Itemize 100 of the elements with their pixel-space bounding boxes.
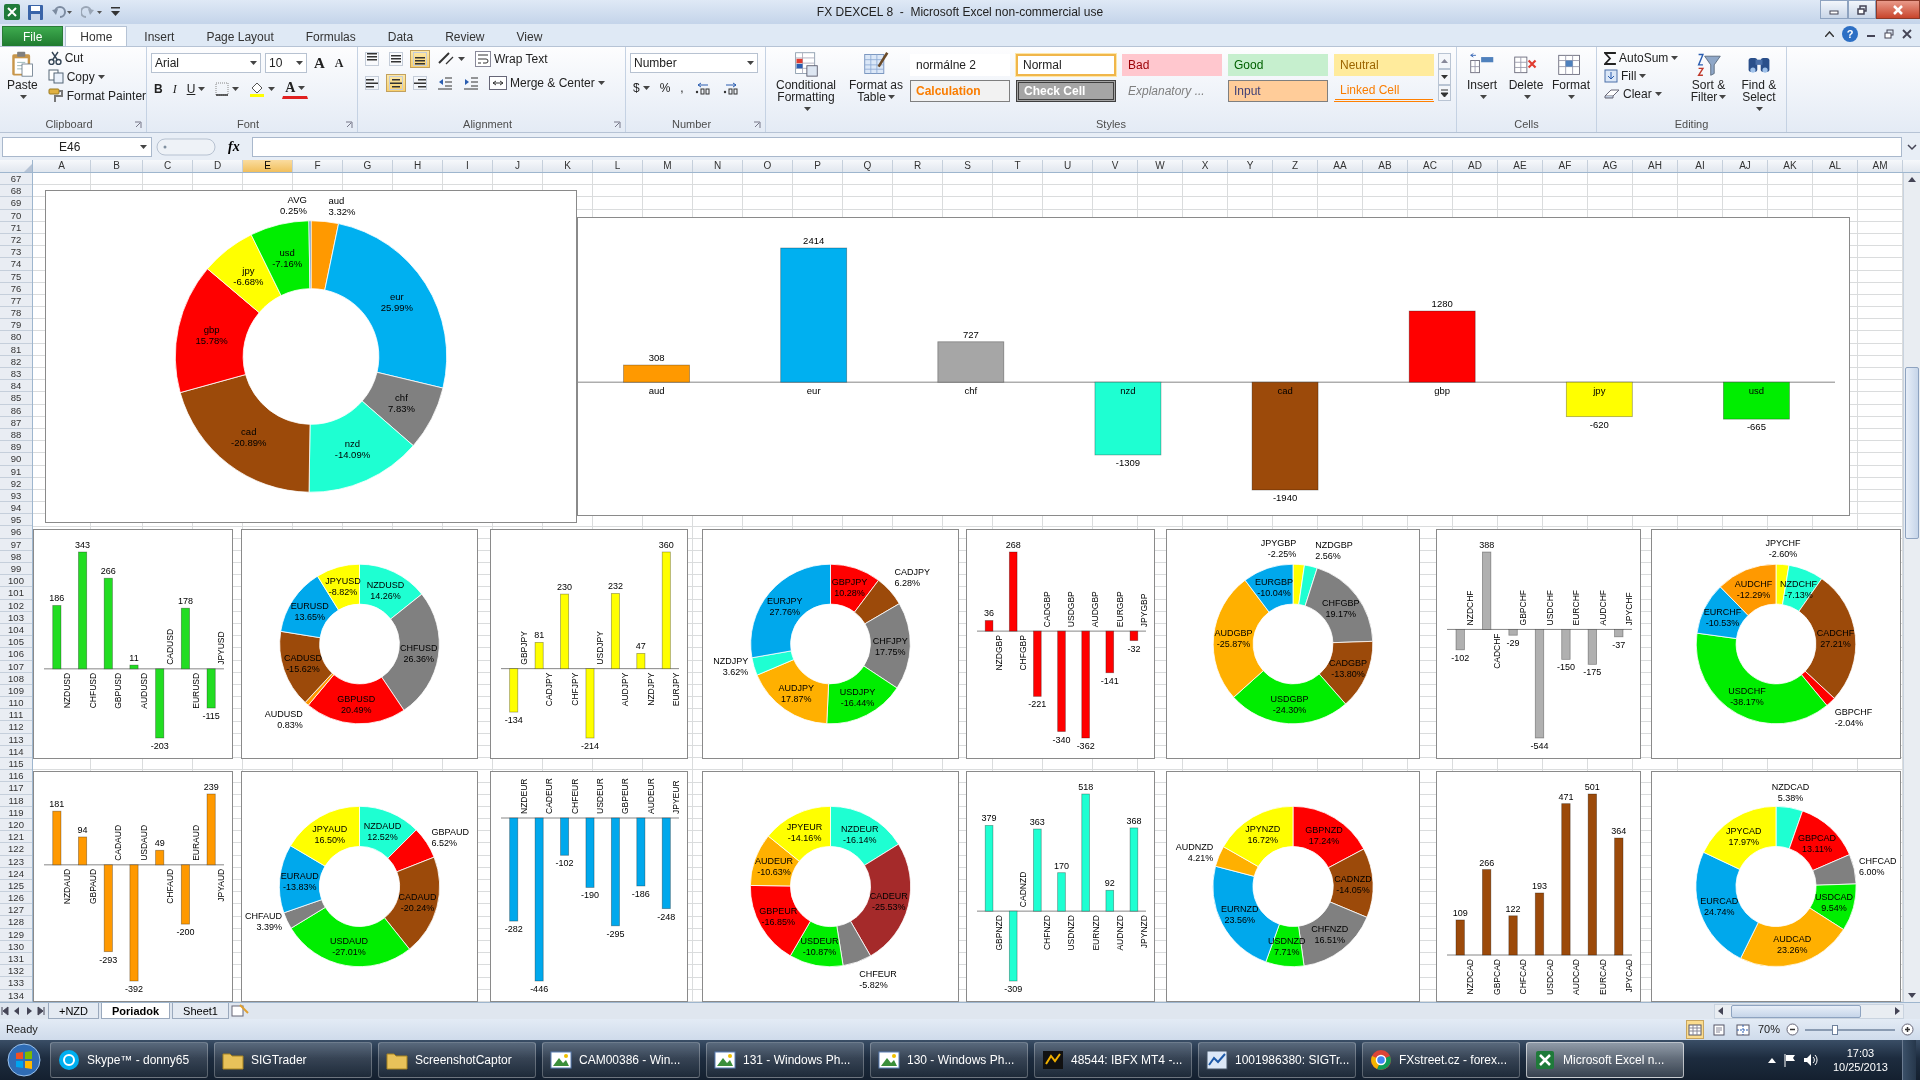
- cell-style[interactable]: normálne 2: [910, 54, 1010, 76]
- column-header[interactable]: U: [1043, 160, 1093, 172]
- row-header[interactable]: 75: [0, 270, 32, 283]
- column-header[interactable]: M: [643, 160, 693, 172]
- column-header[interactable]: AJ: [1723, 160, 1768, 172]
- column-header[interactable]: J: [493, 160, 543, 172]
- row-header[interactable]: 101: [0, 587, 32, 600]
- wrap-text-button[interactable]: Wrap Text: [472, 49, 551, 69]
- row-header[interactable]: 108: [0, 672, 32, 685]
- delete-button[interactable]: Delete: [1505, 49, 1547, 105]
- column-header[interactable]: A: [33, 160, 91, 172]
- column-header[interactable]: X: [1183, 160, 1228, 172]
- row-header[interactable]: 99: [0, 563, 32, 576]
- row-header[interactable]: 91: [0, 465, 32, 478]
- column-header[interactable]: AK: [1768, 160, 1813, 172]
- row-header[interactable]: 79: [0, 319, 32, 332]
- row-header[interactable]: 87: [0, 416, 32, 429]
- ribbon-tab[interactable]: Home: [65, 26, 128, 46]
- row-header[interactable]: 102: [0, 599, 32, 612]
- taskbar-button[interactable]: ScreenshotCaptor: [378, 1042, 536, 1078]
- column-header[interactable]: S: [943, 160, 993, 172]
- italic-button[interactable]: I: [169, 80, 180, 98]
- cell-style[interactable]: Input: [1228, 80, 1328, 102]
- row-header[interactable]: 123: [0, 855, 32, 868]
- zoom-level[interactable]: 70%: [1757, 1021, 1780, 1038]
- sheet-tab[interactable]: +NZD: [48, 1003, 100, 1019]
- row-header[interactable]: 88: [0, 428, 32, 442]
- column-header[interactable]: L: [593, 160, 643, 172]
- column-header[interactable]: AC: [1408, 160, 1453, 172]
- clear-button[interactable]: Clear: [1601, 85, 1682, 103]
- ribbon-tab[interactable]: View: [501, 26, 558, 46]
- row-header[interactable]: 105: [0, 636, 32, 649]
- column-header[interactable]: AL: [1813, 160, 1858, 172]
- column-header[interactable]: H: [393, 160, 443, 172]
- column-header[interactable]: AM: [1858, 160, 1903, 172]
- column-header[interactable]: Q: [843, 160, 893, 172]
- column-header[interactable]: AE: [1498, 160, 1543, 172]
- row-header[interactable]: 107: [0, 660, 32, 673]
- column-header[interactable]: B: [91, 160, 143, 172]
- fill-button[interactable]: Fill: [1601, 67, 1682, 85]
- format-painter-button[interactable]: Format Painter: [44, 86, 150, 105]
- row-header[interactable]: 73: [0, 246, 32, 259]
- row-header[interactable]: 126: [0, 892, 32, 905]
- cell-style[interactable]: Good: [1228, 54, 1328, 76]
- name-box[interactable]: E46: [2, 136, 152, 157]
- cell-style[interactable]: Explanatory ...: [1122, 80, 1222, 102]
- column-header[interactable]: AD: [1453, 160, 1498, 172]
- row-header[interactable]: 134: [0, 989, 32, 1002]
- help-button[interactable]: ?: [1842, 26, 1858, 42]
- insert-button[interactable]: Insert: [1461, 49, 1503, 105]
- row-header[interactable]: 132: [0, 965, 32, 978]
- row-header[interactable]: 86: [0, 404, 32, 417]
- percent-button[interactable]: %: [656, 79, 674, 97]
- row-header[interactable]: 96: [0, 526, 32, 539]
- row-header[interactable]: 71: [0, 221, 32, 234]
- bold-button[interactable]: B: [151, 80, 166, 98]
- row-header[interactable]: 98: [0, 550, 32, 563]
- row-header[interactable]: 117: [0, 782, 32, 795]
- font-color-button[interactable]: A: [282, 79, 309, 99]
- row-header[interactable]: 112: [0, 721, 32, 734]
- cell-style[interactable]: Bad: [1122, 54, 1222, 76]
- comma-button[interactable]: ,: [677, 79, 687, 97]
- shrink-font-button[interactable]: A: [331, 55, 347, 71]
- find-select-button[interactable]: Find & Select: [1735, 49, 1782, 117]
- column-header[interactable]: AA: [1318, 160, 1363, 172]
- row-header[interactable]: 109: [0, 684, 32, 698]
- column-header[interactable]: E: [243, 160, 293, 172]
- ribbon-tab[interactable]: Data: [372, 26, 429, 46]
- row-header[interactable]: 120: [0, 818, 32, 832]
- column-header[interactable]: O: [743, 160, 793, 172]
- row-header[interactable]: 121: [0, 831, 32, 844]
- row-header[interactable]: 104: [0, 623, 32, 637]
- column-header[interactable]: T: [993, 160, 1043, 172]
- cell-style[interactable]: Normal: [1016, 54, 1116, 76]
- row-header[interactable]: 110: [0, 697, 32, 710]
- row-header[interactable]: 125: [0, 879, 32, 893]
- row-header[interactable]: 67: [0, 173, 32, 186]
- currency-button[interactable]: $: [630, 79, 653, 97]
- row-header[interactable]: 119: [0, 806, 32, 819]
- row-header[interactable]: 128: [0, 916, 32, 929]
- merge-center-button[interactable]: Merge & Center: [486, 74, 608, 92]
- row-header[interactable]: 90: [0, 453, 32, 466]
- taskbar-button[interactable]: 1001986380: SIGTr...: [1198, 1042, 1356, 1078]
- insert-function-button[interactable]: fx: [220, 136, 248, 157]
- row-header[interactable]: 81: [0, 343, 32, 356]
- row-header[interactable]: 133: [0, 977, 32, 990]
- taskbar-button[interactable]: Skype™ - donny65: [50, 1042, 208, 1078]
- grow-font-button[interactable]: A: [311, 55, 328, 71]
- column-header[interactable]: AH: [1633, 160, 1678, 172]
- clock-date[interactable]: 10/25/2013: [1832, 1060, 1888, 1074]
- column-header[interactable]: AI: [1678, 160, 1723, 172]
- sheet-tab[interactable]: Poriadok: [101, 1003, 171, 1019]
- ribbon-tab[interactable]: File: [2, 26, 64, 46]
- number-format-field[interactable]: Number: [630, 53, 758, 73]
- row-header[interactable]: 124: [0, 867, 32, 880]
- row-header[interactable]: 95: [0, 514, 32, 527]
- underline-button[interactable]: U: [183, 80, 209, 98]
- row-header[interactable]: 130: [0, 940, 32, 953]
- column-header[interactable]: R: [893, 160, 943, 172]
- ribbon-tab[interactable]: Insert: [129, 26, 190, 46]
